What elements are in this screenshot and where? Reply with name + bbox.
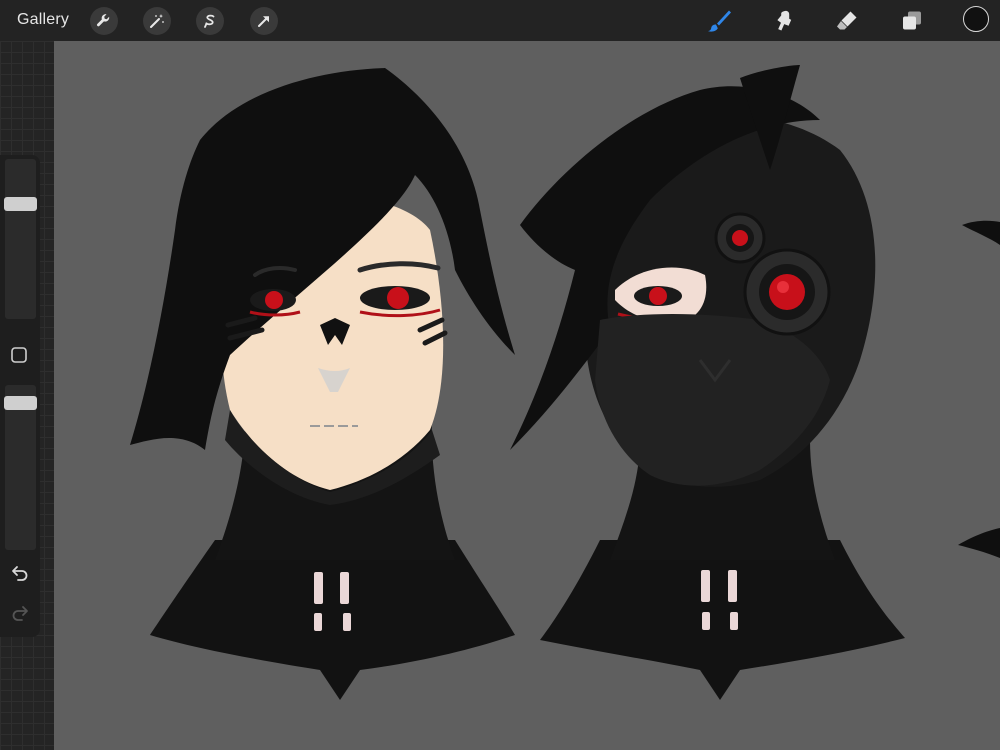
redo-icon[interactable] (9, 601, 31, 623)
left-iris-1 (265, 291, 283, 309)
left-iris-2 (387, 287, 409, 309)
gallery-button[interactable]: Gallery (17, 11, 69, 29)
brush-size-thumb[interactable] (4, 197, 37, 211)
left-torso (150, 540, 515, 700)
smudge-icon[interactable] (770, 7, 798, 35)
opacity-thumb[interactable] (4, 396, 37, 410)
opacity-slider[interactable] (4, 385, 37, 550)
right-iris (649, 287, 667, 305)
brush-size-slider[interactable] (4, 159, 37, 319)
brush-icon[interactable] (705, 7, 733, 35)
left-sidebar (0, 155, 40, 637)
transform-arrow-icon[interactable] (250, 7, 278, 35)
artwork (130, 65, 1000, 700)
magic-wand-icon[interactable] (143, 7, 171, 35)
wrench-icon[interactable] (90, 7, 118, 35)
selection-icon[interactable] (196, 7, 224, 35)
undo-icon[interactable] (9, 561, 31, 583)
drawing-canvas[interactable] (54, 41, 1000, 750)
eraser-icon[interactable] (833, 7, 861, 35)
color-swatch[interactable] (963, 6, 989, 32)
right-torso (540, 540, 905, 700)
layers-icon[interactable] (898, 7, 926, 35)
top-toolbar: Gallery (0, 0, 1000, 41)
square-icon[interactable] (10, 346, 28, 364)
